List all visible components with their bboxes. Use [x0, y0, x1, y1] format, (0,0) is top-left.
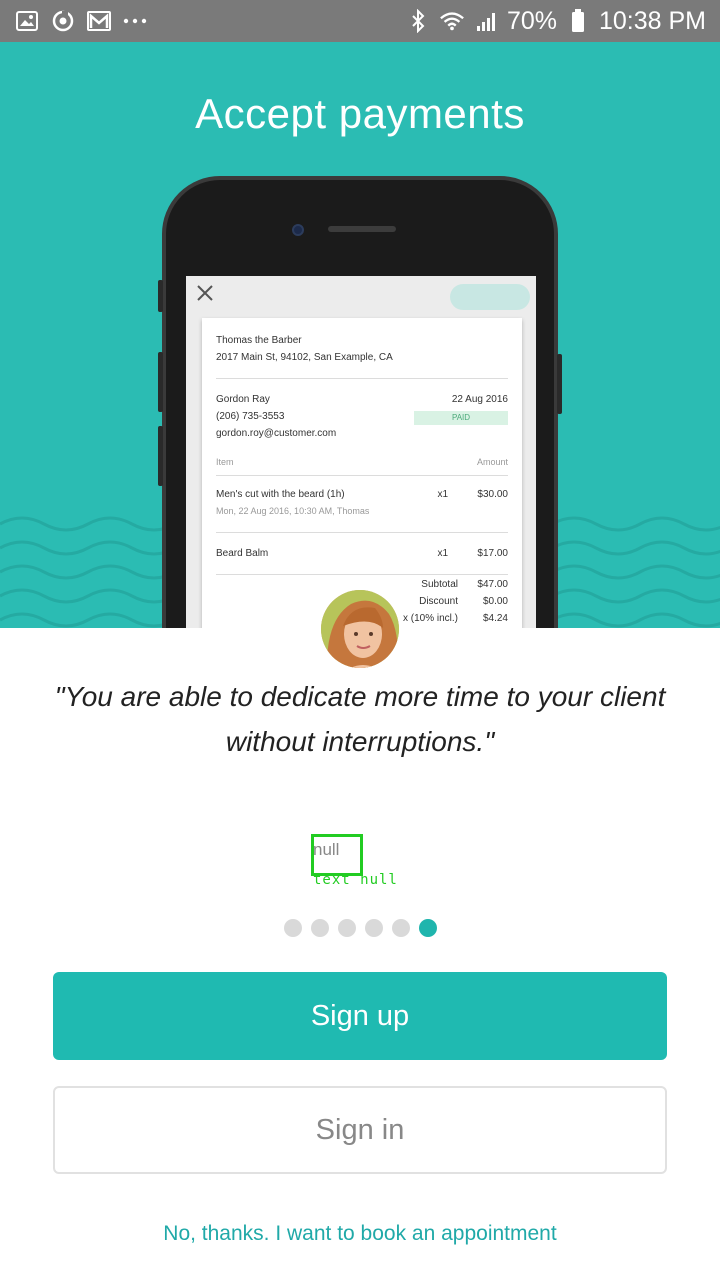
total-row: Subtotal $47.00 [403, 576, 508, 593]
status-left-icons [14, 9, 148, 33]
divider [216, 378, 508, 379]
page-dot[interactable] [283, 919, 302, 937]
phone-volume-down [158, 426, 163, 486]
total-label: Discount [419, 596, 458, 607]
total-row: x (10% incl.) $4.24 [403, 610, 508, 627]
page-dot[interactable] [391, 919, 410, 937]
col-amount: Amount [476, 457, 508, 467]
phone-power-button [557, 354, 562, 414]
item-amount: $17.00 [477, 548, 508, 559]
gmail-icon [86, 9, 112, 33]
hero-section: Accept payments Thomas the Barber 2017 M… [0, 42, 720, 628]
bluetooth-icon [405, 9, 431, 33]
page-dot[interactable] [337, 919, 356, 937]
phone-camera [292, 224, 304, 236]
hero-title: Accept payments [195, 90, 525, 137]
items-header: Item Amount [216, 454, 508, 471]
customer-name: Gordon Ray [216, 394, 270, 405]
battery-percent: 70% [506, 6, 557, 35]
item-qty: x1 [437, 548, 448, 559]
wifi-icon [439, 9, 465, 33]
debug-label: text null [313, 872, 398, 888]
phone-mockup: Thomas the Barber 2017 Main St, 94102, S… [158, 176, 562, 628]
total-value: $4.24 [482, 613, 508, 624]
business-address: 2017 Main St, 94102, San Example, CA [216, 352, 393, 363]
paid-badge: PAID [414, 411, 508, 425]
customer-row: Gordon Ray (206) 735-3553 gordon.roy@cus… [216, 391, 508, 442]
phone-screen: Thomas the Barber 2017 Main St, 94102, S… [186, 276, 536, 628]
item-detail: Mon, 22 Aug 2016, 10:30 AM, Thomas [216, 506, 370, 516]
clock: 10:38 PM [598, 6, 706, 35]
receipt-card: Thomas the Barber 2017 Main St, 94102, S… [202, 318, 522, 628]
total-label: Subtotal [421, 579, 458, 590]
divider [216, 532, 508, 533]
divider [216, 475, 508, 476]
total-row: Discount $0.00 [403, 593, 508, 610]
page-dot[interactable] [364, 919, 383, 937]
phone-speaker [328, 226, 396, 232]
close-icon [197, 285, 213, 301]
receipt-item: Beard Balm x1 $17.00 [216, 545, 508, 562]
business-name: Thomas the Barber [216, 335, 302, 346]
total-value: $0.00 [482, 596, 508, 607]
col-item: Item [216, 457, 234, 467]
more-icon [122, 9, 148, 33]
status-right: 70% 10:38 PM [405, 7, 706, 36]
book-appointment-link[interactable]: No, thanks. I want to book an appointmen… [0, 1222, 720, 1246]
battery-icon [565, 9, 591, 33]
receipt-date: 22 Aug 2016 [451, 394, 508, 405]
signal-icon [473, 9, 499, 33]
item-qty: x1 [437, 489, 448, 500]
phone-volume-up [158, 352, 163, 412]
screen-blur-badge [450, 284, 530, 310]
page-dot-active[interactable] [418, 919, 437, 937]
totals: Subtotal $47.00 Discount $0.00 x (10% incl… [403, 576, 508, 627]
customer-phone: (206) 735-3553 [216, 411, 285, 422]
item-name: Beard Balm [216, 548, 269, 559]
phone-side-button [158, 280, 163, 312]
avatar-portrait [321, 590, 399, 668]
image-icon [14, 9, 40, 33]
page-dot[interactable] [310, 919, 329, 937]
testimonial-quote: "You are able to dedicate more time to y… [54, 681, 666, 757]
total-value: $47.00 [477, 579, 508, 590]
item-name: Men's cut with the beard (1h) [216, 489, 345, 500]
item-amount: $30.00 [477, 489, 508, 500]
testimonial-author: null [313, 840, 340, 859]
customer-email: gordon.roy@customer.com [216, 428, 337, 439]
sign-up-button[interactable]: Sign up [53, 972, 667, 1060]
total-label: x (10% incl.) [402, 613, 458, 624]
status-bar: 70% 10:38 PM [0, 0, 720, 42]
receipt-item: Men's cut with the beard (1h) Mon, 22 Au… [216, 486, 508, 520]
sync-icon [50, 9, 76, 33]
avatar [318, 587, 402, 671]
divider [216, 574, 508, 575]
pagination-dots [0, 919, 720, 937]
sign-in-button[interactable]: Sign in [53, 1086, 667, 1174]
